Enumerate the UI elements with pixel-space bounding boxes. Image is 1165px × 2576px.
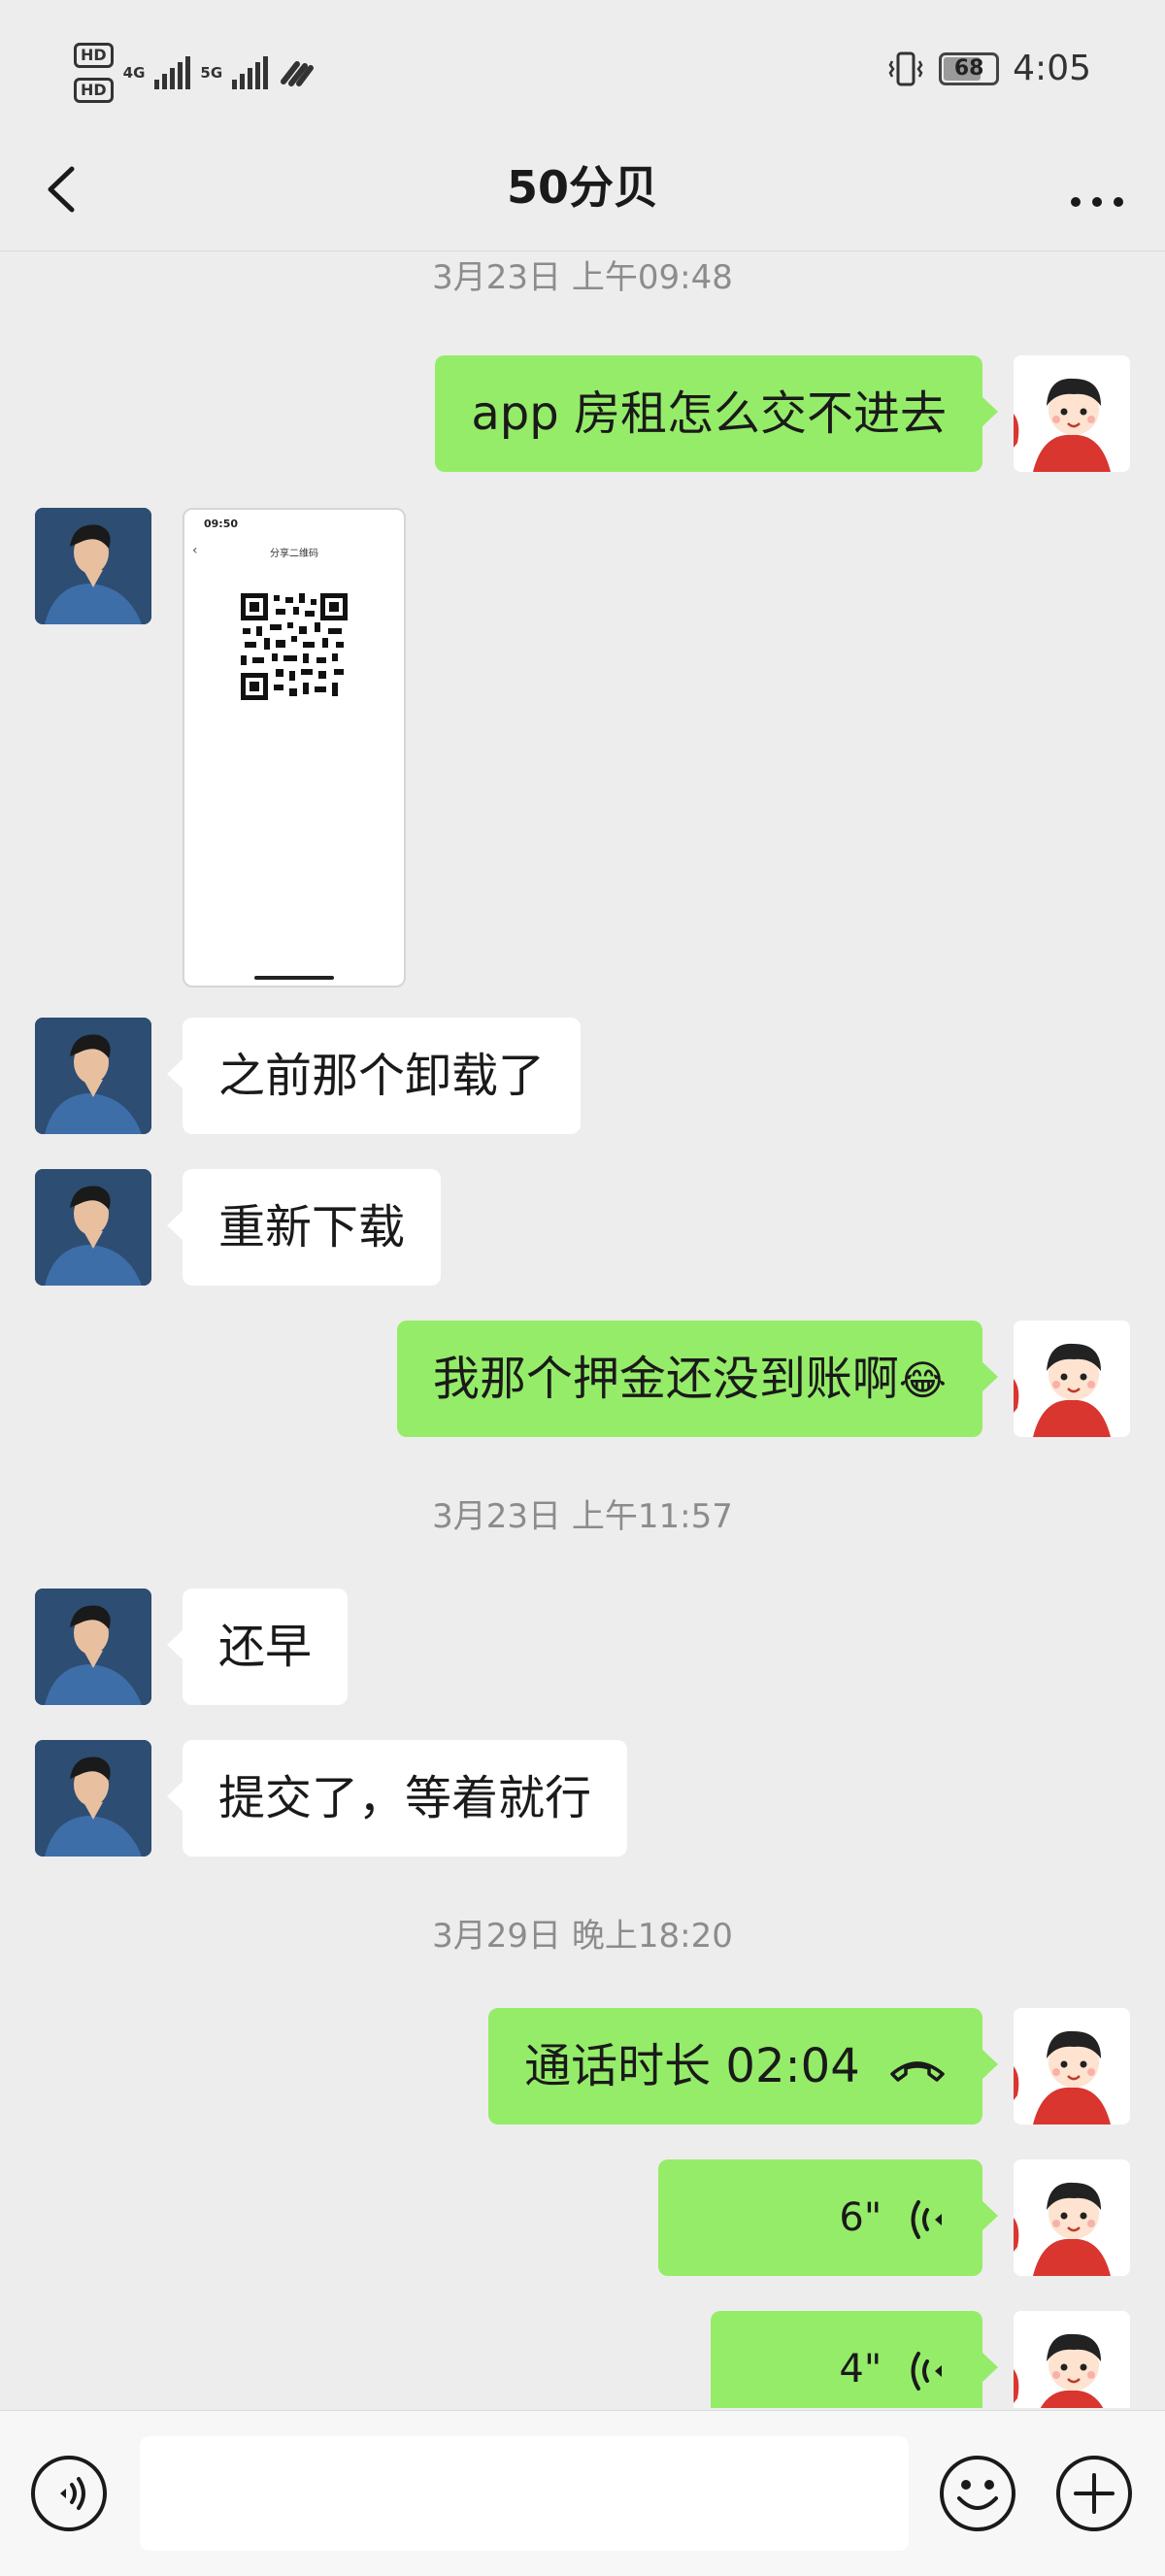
message-input[interactable] [140,2436,909,2551]
more-button[interactable] [1058,155,1136,223]
contact-avatar-image [35,1169,151,1286]
my-avatar-image [1014,2008,1130,2124]
contact-avatar[interactable] [35,508,151,624]
voice-input-button[interactable] [29,2454,109,2533]
signal-bars-1-icon [154,56,191,89]
laughing-tears-emoji: 😂 [898,1356,947,1404]
call-duration-text: 通话时长 02:04 [524,2039,860,2093]
voice-message[interactable]: 4" [711,2311,998,2408]
message-bubble-received[interactable]: 提交了，等着就行 [166,1740,628,1857]
message-text: 提交了，等着就行 [218,1771,592,1825]
battery-level: 68 [953,56,984,81]
contact-avatar-image [35,1589,151,1705]
battery-icon: 68 [939,51,1000,85]
sim2-hd-badge: HD [74,78,114,103]
network-4g-label: 4G [122,64,146,82]
plus-icon [1056,2456,1132,2531]
plus-button[interactable] [1054,2454,1134,2533]
message-bubble-received[interactable]: 重新下载 [166,1169,442,1286]
contact-avatar-image [35,1740,151,1857]
timestamp: 3月29日 晚上18:20 [432,1917,733,1956]
message-bubble-received[interactable]: 还早 [166,1589,349,1705]
sim1-hd-badge: HD [74,43,114,68]
vibrate-icon [888,51,923,85]
contact-avatar-image [35,508,151,624]
message-text: 重新下载 [218,1200,406,1255]
chat-header: 50分贝 [0,134,1165,252]
chat-title: 50分贝 [506,161,658,214]
my-avatar-image [1014,355,1130,472]
network-5g-label: 5G [200,64,223,82]
emoji-icon [940,2456,1015,2531]
voice-input-icon [31,2456,107,2531]
my-avatar-image [1014,1321,1130,1437]
message-bubble-sent[interactable]: app 房租怎么交不进去 [435,355,998,472]
timestamp: 3月23日 上午11:57 [432,1497,733,1536]
message-text: 我那个押金还没到账啊 [432,1352,899,1406]
my-avatar[interactable] [1014,2311,1130,2408]
message-text: 还早 [218,1620,313,1674]
timestamp: 3月23日 上午09:48 [432,258,733,297]
contact-avatar[interactable] [35,1740,151,1857]
contact-avatar[interactable] [35,1589,151,1705]
my-avatar-image [1014,2311,1130,2408]
voice-wave-icon [911,2352,942,2391]
screenshot-title: 分享二维码 [270,549,318,559]
chat-area[interactable]: 3月23日 上午09:48 app 房租怎么交不进去 09:50 ‹ 分享二维码 [0,251,1165,2408]
my-avatar-image [1014,2159,1130,2276]
emoji-button[interactable] [938,2454,1017,2533]
contact-avatar[interactable] [35,1169,151,1286]
voice-duration: 6" [839,2195,882,2240]
message-bubble-received[interactable]: 之前那个卸载了 [166,1018,582,1134]
voice-duration: 4" [839,2347,882,2392]
image-message[interactable]: 09:50 ‹ 分享二维码 [183,508,406,987]
my-avatar[interactable] [1014,2008,1130,2124]
status-right: 68 4:05 [886,49,1091,88]
screenshot-home-indicator [254,976,334,980]
sim-indicators: HD HD [74,43,114,103]
status-time: 4:05 [1013,49,1091,88]
message-text: 之前那个卸载了 [218,1049,546,1103]
my-avatar[interactable] [1014,355,1130,472]
status-bar: HD HD 4G 5G 68 4:05 [0,0,1165,146]
my-avatar[interactable] [1014,1321,1130,1437]
qr-code-image [241,593,348,700]
more-dots-icon [1071,197,1123,207]
voice-message[interactable]: 6" [658,2159,998,2276]
contact-avatar-image [35,1018,151,1134]
my-avatar[interactable] [1014,2159,1130,2276]
message-bubble-sent[interactable]: 我那个押金还没到账啊😂 [396,1321,999,1437]
screenshot-time: 09:50 [204,518,239,530]
nfc-icon [281,61,315,86]
input-bar [0,2410,1165,2576]
voice-wave-icon [911,2200,942,2239]
status-left: HD HD 4G 5G [74,43,316,103]
phone-hangup-icon [890,2061,945,2082]
signal-bars-2-icon [232,56,269,89]
message-text: app 房租怎么交不进去 [471,386,947,441]
call-message[interactable]: 通话时长 02:04 [488,2008,998,2124]
contact-avatar[interactable] [35,1018,151,1134]
